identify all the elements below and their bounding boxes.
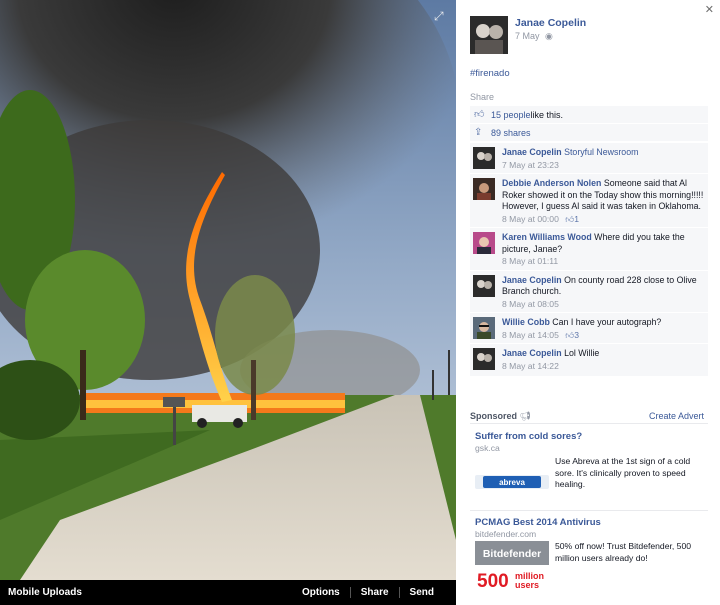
options-button[interactable]: Options <box>292 587 350 598</box>
shares-link[interactable]: 89 shares <box>491 128 531 138</box>
post-date[interactable]: 7 May ◉ <box>515 31 553 42</box>
ad-brand-text: abreva <box>499 478 525 487</box>
comment-time[interactable]: 8 May at 01:11 <box>502 256 704 268</box>
divider <box>470 423 708 424</box>
comment-item: Janae Copelin Storyful Newsroom 7 May at… <box>470 142 708 173</box>
ad-badge-number: 500 <box>477 571 509 592</box>
feedback-box: 👍︎ 15 people like this. ⇪ 89 shares Jana… <box>470 106 708 376</box>
close-icon[interactable]: ✕ <box>705 3 714 16</box>
commenter-name[interactable]: Willie Cobb <box>502 317 550 327</box>
likes-row: 👍︎ 15 people like this. <box>470 106 708 124</box>
comment-time[interactable]: 8 May at 08:05 <box>502 299 704 311</box>
comment-item: Janae Copelin On county road 228 close t… <box>470 269 708 313</box>
megaphone-icon: 📢︎ <box>519 411 531 421</box>
comment-item: Karen Williams Wood Where did you take t… <box>470 227 708 270</box>
commenter-avatar[interactable] <box>473 274 495 297</box>
tagged-page-link[interactable]: Storyful Newsroom <box>564 147 638 157</box>
thumbs-up-icon: 👍︎ <box>474 109 485 120</box>
photo-bottom-bar: Mobile Uploads Options Share Send <box>0 580 456 605</box>
commenter-name[interactable]: Janae Copelin <box>502 275 562 285</box>
ad-title[interactable]: Suffer from cold sores? <box>475 431 711 442</box>
hashtag-link[interactable]: #firenado <box>470 68 510 79</box>
comment-body: Janae Copelin On county road 228 close t… <box>502 275 704 311</box>
photo-actions: Options Share Send <box>292 587 444 598</box>
comment-time[interactable]: 8 May at 14:05 <box>502 330 559 340</box>
fullscreen-icon[interactable]: ⤢ <box>434 10 446 22</box>
ad-image-abreva[interactable]: abreva <box>475 469 549 495</box>
comment-time[interactable]: 8 May at 00:00 <box>502 214 559 224</box>
likes-link[interactable]: 15 people <box>491 110 531 120</box>
post-date-text: 7 May <box>515 31 540 41</box>
comment-item: Willie Cobb Can I have your autograph? 8… <box>470 312 708 343</box>
divider <box>470 510 708 511</box>
ad-image-bitdefender[interactable]: Bitdefender 500 million users <box>475 541 549 603</box>
owner-avatar[interactable] <box>470 16 508 54</box>
ad-copy: Use Abreva at the 1st sign of a cold sor… <box>555 456 691 489</box>
comment-body: Willie Cobb Can I have your autograph? 8… <box>502 317 704 341</box>
ad-brand-text: Bitdefender <box>483 548 541 560</box>
comment-item: Janae Copelin Lol Willie 8 May at 14:22 <box>470 343 708 376</box>
ad-domain: gsk.ca <box>475 443 500 453</box>
sponsored-label: Sponsored <box>470 411 518 421</box>
comment-text: Lol Willie <box>564 348 600 358</box>
commenter-name[interactable]: Karen Williams Wood <box>502 232 592 242</box>
commenter-avatar[interactable] <box>473 147 495 169</box>
create-advert-link[interactable]: Create Advert <box>649 411 704 421</box>
commenter-name[interactable]: Debbie Anderson Nolen <box>502 178 601 188</box>
comment-likes[interactable]: 👍︎1 <box>565 214 579 224</box>
photo-stage: ⤢ Mobile Uploads Options Share Send <box>0 0 456 605</box>
comment-meta: 8 May at 00:00 👍︎1 <box>502 214 704 226</box>
comment-likes[interactable]: 👍︎3 <box>565 330 579 340</box>
commenter-avatar[interactable] <box>473 348 495 370</box>
ad-card[interactable]: Suffer from cold sores? gsk.ca abreva Us… <box>475 431 711 489</box>
commenter-name[interactable]: Janae Copelin <box>502 348 562 358</box>
comment-body: Karen Williams Wood Where did you take t… <box>502 232 704 268</box>
comment-meta: 8 May at 14:05 👍︎3 <box>502 330 704 342</box>
comment-time[interactable]: 7 May at 23:23 <box>502 160 704 172</box>
comment-like-count: 1 <box>574 213 580 224</box>
ad-title[interactable]: PCMAG Best 2014 Antivirus <box>475 517 711 528</box>
commenter-avatar[interactable] <box>473 317 495 339</box>
send-button[interactable]: Send <box>398 587 444 598</box>
comment-text: Can I have your autograph? <box>552 317 662 327</box>
comment-time[interactable]: 8 May at 14:22 <box>502 361 704 373</box>
commenter-avatar[interactable] <box>473 232 495 254</box>
comment-body: Janae Copelin Lol Willie 8 May at 14:22 <box>502 348 704 372</box>
album-link[interactable]: Mobile Uploads <box>8 587 82 598</box>
shares-row: ⇪ 89 shares <box>470 124 708 142</box>
ad-badge-unit-2: users <box>515 580 539 590</box>
ad-copy: 50% off now! Trust Bitdefender, 500 mill… <box>555 541 691 563</box>
commenter-avatar[interactable] <box>473 178 495 200</box>
comment-body: Debbie Anderson Nolen Someone said that … <box>502 178 704 225</box>
owner-name[interactable]: Janae Copelin <box>515 17 586 29</box>
firenado-photo[interactable] <box>0 0 456 580</box>
share-icon: ⇪ <box>474 127 483 138</box>
comment-like-count: 3 <box>574 329 580 340</box>
share-link[interactable]: Share <box>470 92 494 102</box>
photo-side-panel: ✕ Janae Copelin 7 May ◉ #firenado Share … <box>456 0 720 605</box>
comment-item: Debbie Anderson Nolen Someone said that … <box>470 173 708 227</box>
commenter-name[interactable]: Janae Copelin <box>502 147 562 157</box>
likes-suffix: like this. <box>530 109 564 120</box>
comment-body: Janae Copelin Storyful Newsroom 7 May at… <box>502 147 704 171</box>
ad-card[interactable]: PCMAG Best 2014 Antivirus bitdefender.co… <box>475 517 711 592</box>
ad-domain: bitdefender.com <box>475 529 537 539</box>
sponsored-heading: Sponsored 📢︎ <box>470 411 531 422</box>
audience-icon[interactable]: ◉ <box>545 31 553 41</box>
share-button[interactable]: Share <box>349 587 399 598</box>
